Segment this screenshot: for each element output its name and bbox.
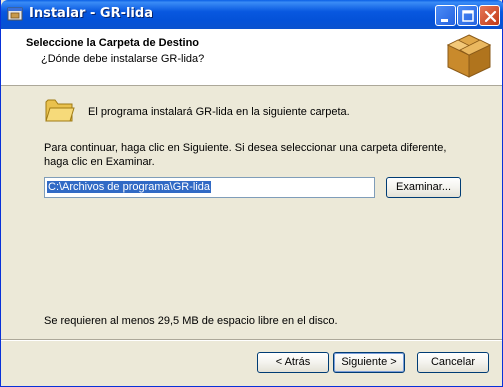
instructions-text: Para continuar, haga clic en Siguiente. …: [44, 142, 447, 168]
window-title: Instalar - GR-lida: [29, 6, 153, 21]
page-subtitle: ¿Dónde debe instalarse GR-lida?: [41, 53, 205, 65]
back-button[interactable]: < Atrás: [257, 352, 329, 373]
disk-space-text: Se requieren al menos 29,5 MB de espacio…: [44, 315, 338, 327]
installer-icon[interactable]: [7, 6, 23, 22]
title-bar[interactable]: Instalar - GR-lida: [1, 0, 503, 29]
folder-icon: [45, 99, 75, 122]
wizard-header: Seleccione la Carpeta de Destino ¿Dónde …: [1, 29, 502, 86]
minimize-icon: [441, 19, 448, 22]
close-button[interactable]: [479, 5, 500, 26]
page-title: Seleccione la Carpeta de Destino: [26, 37, 200, 49]
installer-window: Instalar - GR-lida Seleccione la Carpeta…: [0, 0, 503, 387]
footer-separator: [1, 339, 502, 341]
maximize-icon: [462, 10, 474, 22]
folder-description: El programa instalará GR-lida en la sigu…: [88, 106, 350, 118]
maximize-button[interactable]: [457, 5, 478, 26]
next-button[interactable]: Siguiente >: [333, 352, 405, 373]
browse-button[interactable]: Examinar...: [386, 177, 461, 198]
destination-path-input[interactable]: C:\Archivos de programa\GR-lida: [44, 177, 375, 198]
cancel-button[interactable]: Cancelar: [417, 352, 489, 373]
close-icon: [484, 10, 497, 23]
destination-path-value: C:\Archivos de programa\GR-lida: [47, 181, 212, 193]
package-box-icon: [446, 34, 492, 78]
minimize-button[interactable]: [435, 5, 456, 26]
